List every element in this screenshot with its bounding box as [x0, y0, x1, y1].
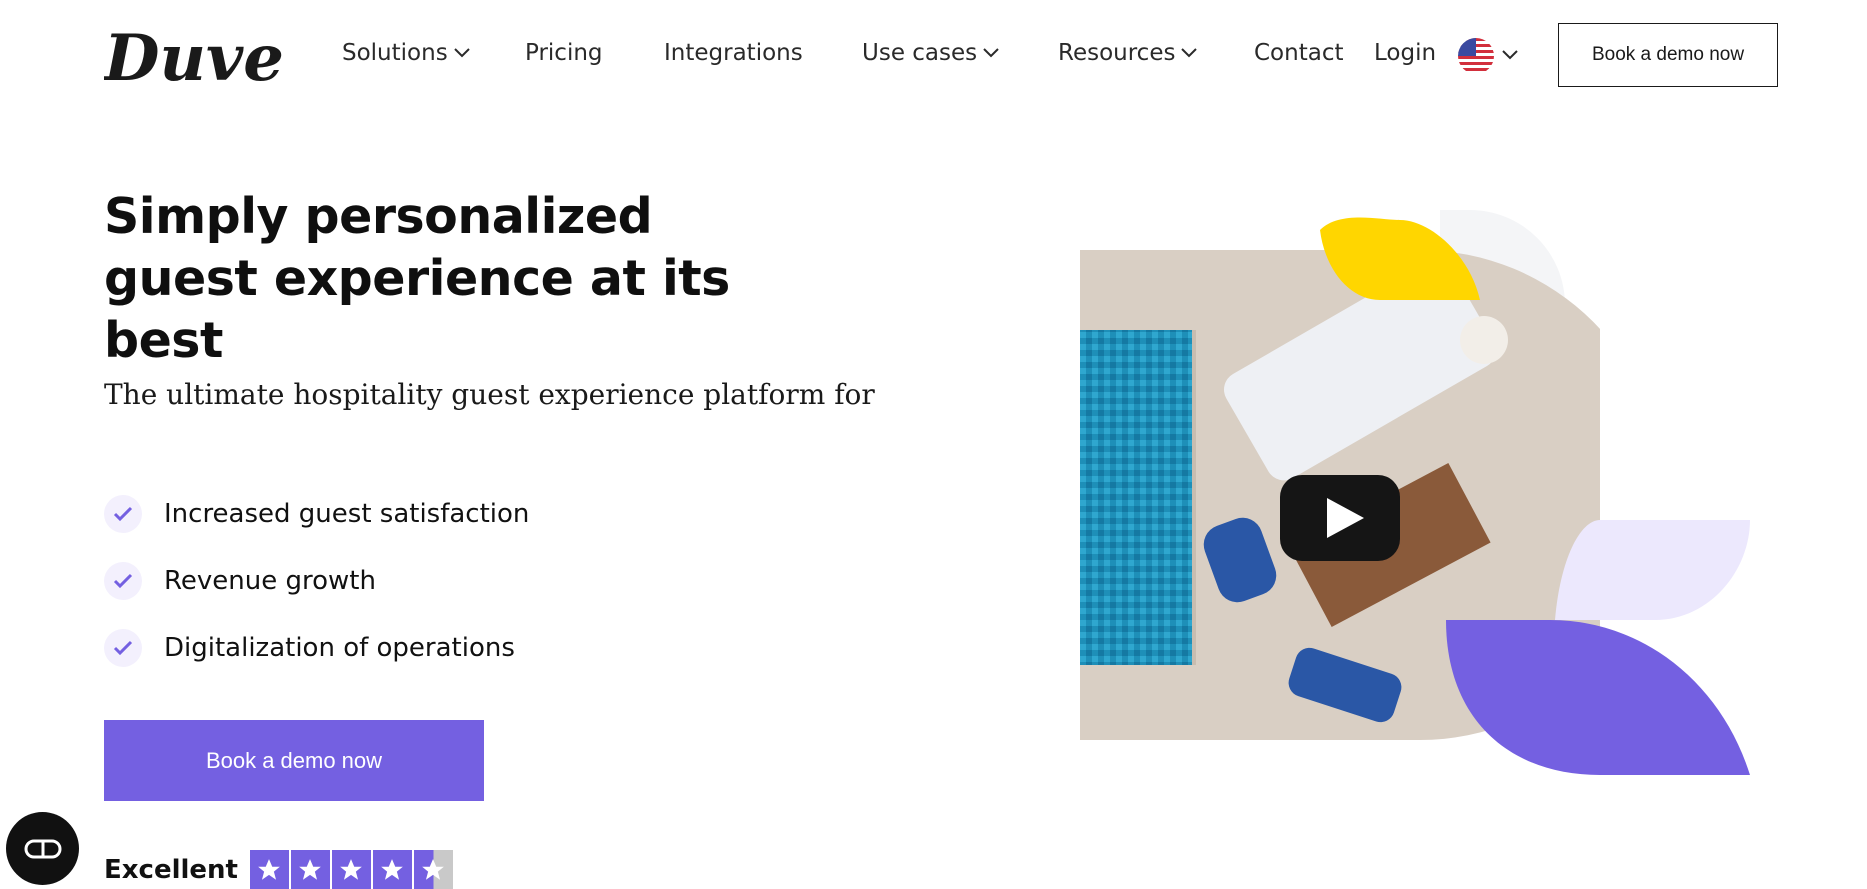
check-icon — [104, 494, 142, 533]
check-icon — [104, 561, 142, 600]
chevron-down-icon[interactable] — [1502, 50, 1518, 60]
star-icon — [249, 850, 289, 889]
hero-video[interactable] — [1080, 200, 1760, 780]
chat-widget-button[interactable] — [6, 812, 79, 885]
play-button[interactable] — [1280, 475, 1400, 561]
trustpilot-rating[interactable]: Excellent — [104, 850, 453, 889]
nav-integrations-label: Integrations — [664, 40, 803, 66]
feature-list: Increased guest satisfaction Revenue gro… — [104, 480, 529, 681]
lavender-leaf-shape — [1555, 520, 1750, 620]
nav-resources[interactable]: Resources — [1058, 40, 1198, 66]
star-icon — [331, 850, 371, 889]
feature-item: Increased guest satisfaction — [104, 480, 529, 547]
nav-solutions[interactable]: Solutions — [342, 40, 470, 66]
nav-login-label: Login — [1374, 40, 1437, 66]
nav-pricing-label: Pricing — [525, 40, 603, 66]
chevron-down-icon — [453, 48, 470, 58]
chevron-down-icon — [1181, 48, 1198, 58]
hero-title: Simply personalized guest experience at … — [104, 188, 730, 369]
feature-item: Digitalization of operations — [104, 614, 529, 681]
feature-text: Digitalization of operations — [164, 632, 515, 663]
main-nav: Solutions Pricing Integrations Use cases… — [0, 0, 1867, 110]
book-demo-button[interactable]: Book a demo now — [104, 720, 484, 801]
star-rating — [249, 850, 453, 889]
nav-pricing[interactable]: Pricing — [525, 40, 603, 66]
feature-text: Increased guest satisfaction — [164, 498, 530, 529]
nav-resources-label: Resources — [1058, 40, 1176, 66]
feature-text: Revenue growth — [164, 565, 376, 596]
nav-contact[interactable]: Contact — [1254, 40, 1343, 66]
check-icon — [104, 628, 142, 667]
purple-leaf-shape — [1446, 620, 1750, 775]
chevron-down-icon — [983, 48, 999, 58]
chat-icon — [24, 839, 61, 858]
rating-label: Excellent — [104, 854, 238, 885]
feature-item: Revenue growth — [104, 547, 529, 614]
nav-solutions-label: Solutions — [342, 40, 448, 66]
star-icon — [372, 850, 412, 889]
half-star-icon — [413, 850, 453, 889]
nav-contact-label: Contact — [1254, 40, 1344, 66]
hero-subtitle: The ultimate hospitality guest experienc… — [104, 378, 875, 411]
nav-use-cases-label: Use cases — [862, 40, 978, 66]
us-flag-icon[interactable] — [1458, 38, 1494, 74]
nav-login[interactable]: Login — [1374, 40, 1436, 66]
nav-use-cases[interactable]: Use cases — [862, 40, 999, 66]
star-icon — [290, 850, 330, 889]
book-demo-header-button[interactable]: Book a demo now — [1558, 23, 1778, 87]
nav-integrations[interactable]: Integrations — [664, 40, 803, 66]
